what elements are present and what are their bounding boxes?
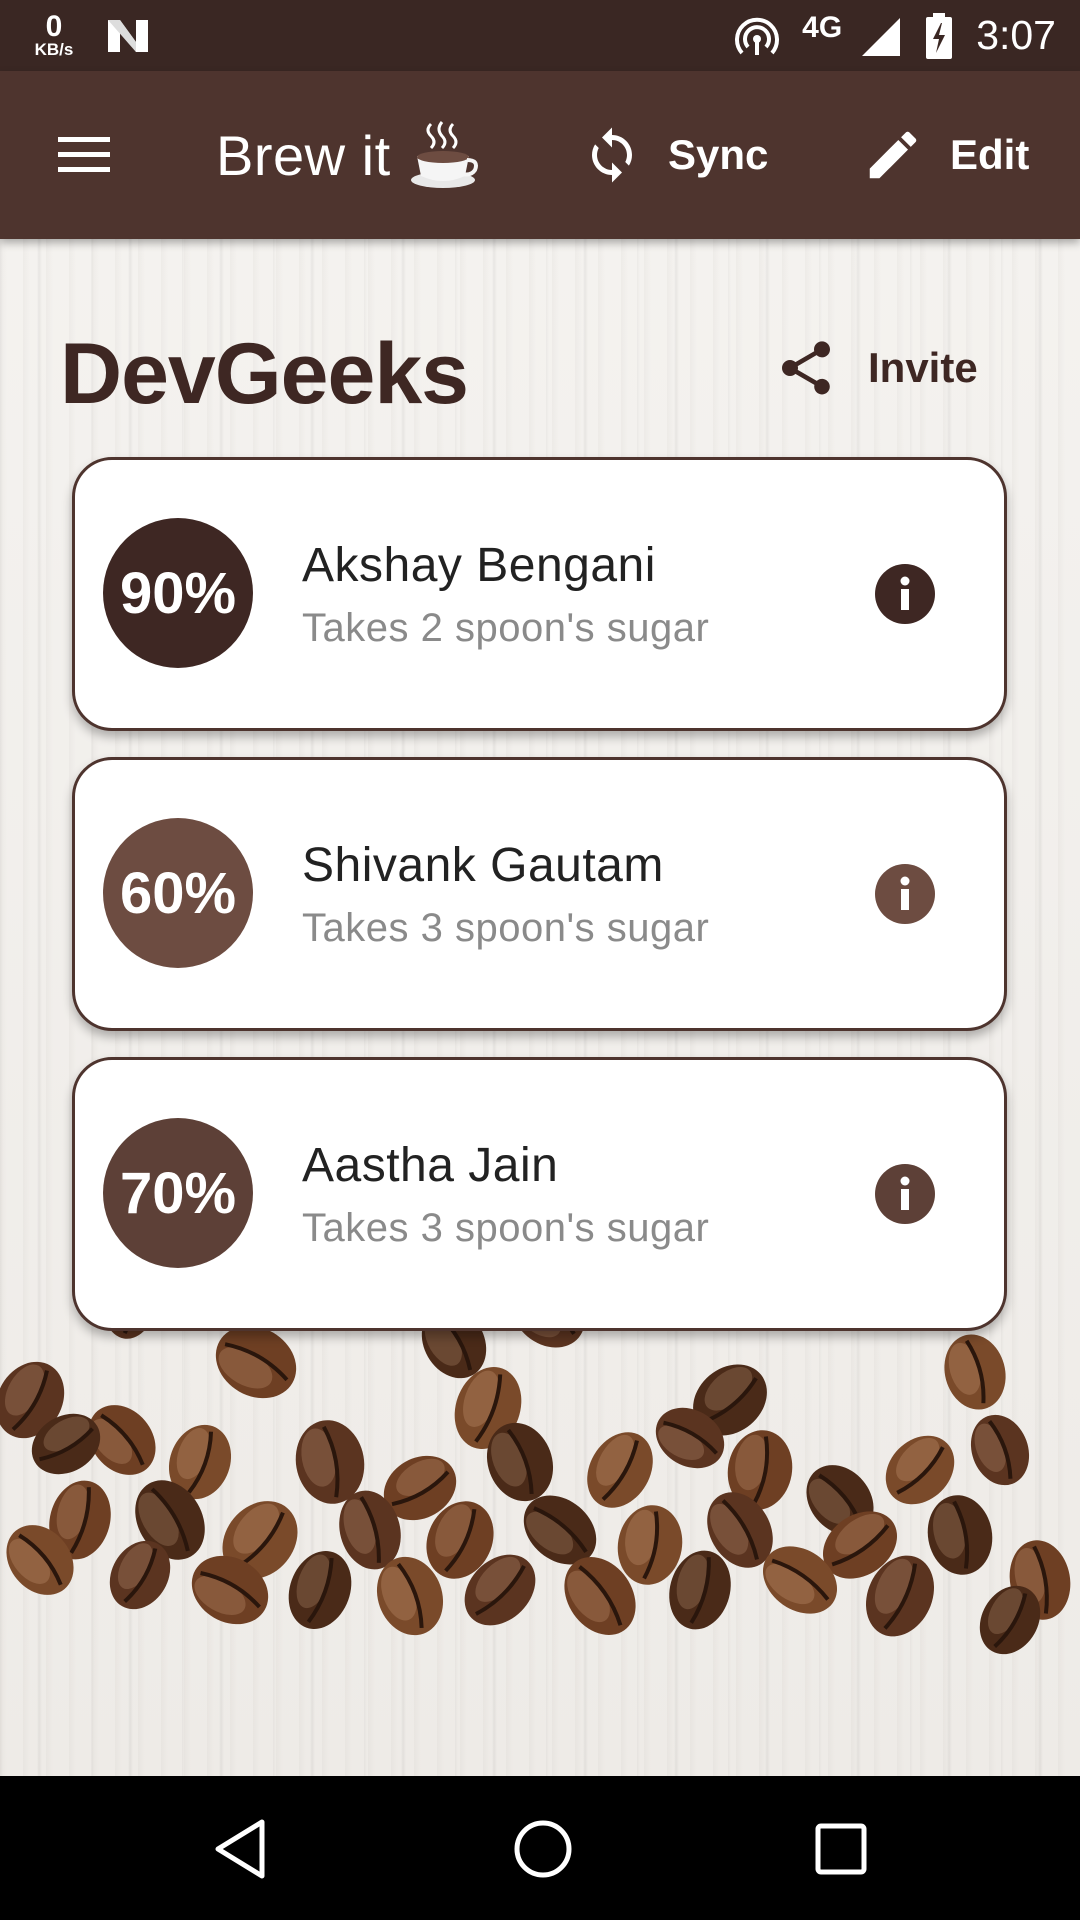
member-preference: Takes 2 spoon's sugar	[302, 606, 710, 650]
pencil-icon	[869, 131, 917, 179]
app-title-text: Brew it	[216, 123, 391, 187]
clock: 3:07	[976, 12, 1056, 58]
invite-button[interactable]: Invite	[774, 336, 978, 400]
menu-button[interactable]	[50, 121, 118, 189]
recent-apps-icon[interactable]	[806, 1814, 876, 1884]
edit-button[interactable]: Edit	[862, 124, 1029, 186]
notification-n-icon	[108, 19, 148, 52]
share-icon	[782, 341, 830, 395]
member-card[interactable]: 90% Akshay Bengani Takes 2 spoon's sugar	[72, 457, 1007, 731]
invite-label: Invite	[868, 344, 978, 391]
back-icon[interactable]	[206, 1814, 276, 1884]
member-name: Aastha Jain	[302, 1139, 559, 1192]
network-speed-unit: KB/s	[34, 39, 74, 59]
app-bar: Brew it Sync Edit	[0, 71, 1080, 239]
sugar-percent-badge: 60%	[103, 818, 253, 968]
info-button[interactable]	[875, 1164, 935, 1224]
sugar-percent-badge: 90%	[103, 518, 253, 668]
info-button[interactable]	[875, 864, 935, 924]
hotspot-icon	[735, 17, 780, 55]
network-speed-value: 0	[45, 9, 63, 43]
member-name: Shivank Gautam	[302, 839, 664, 892]
sync-button[interactable]: Sync	[582, 125, 768, 185]
member-card[interactable]: 70% Aastha Jain Takes 3 spoon's sugar	[72, 1057, 1007, 1331]
coffee-bean	[944, 1334, 1006, 1410]
coffee-bean	[288, 1551, 352, 1629]
network-speed: 0 KB/s	[24, 9, 84, 59]
coffee-cup-icon	[410, 121, 478, 188]
member-name: Akshay Bengani	[302, 539, 656, 592]
system-navigation-bar	[0, 1776, 1080, 1920]
member-preference: Takes 3 spoon's sugar	[302, 906, 710, 950]
edit-label: Edit	[950, 131, 1030, 178]
member-preference: Takes 3 spoon's sugar	[302, 1206, 710, 1250]
coffee-bean	[927, 1495, 993, 1575]
home-icon[interactable]	[508, 1814, 578, 1884]
member-card[interactable]: 60% Shivank Gautam Takes 3 spoon's sugar	[72, 757, 1007, 1031]
app-title: Brew it	[216, 120, 479, 190]
group-title: DevGeeks	[60, 326, 469, 422]
menu-icon	[58, 137, 110, 172]
coffee-bean	[587, 1432, 653, 1508]
sync-icon	[592, 127, 632, 183]
sugar-percent-badge: 70%	[103, 1118, 253, 1268]
info-icon	[875, 564, 935, 624]
sync-label: Sync	[668, 131, 769, 178]
status-bar: 0 KB/s 4G 3:07	[0, 0, 1080, 71]
info-icon	[875, 1164, 935, 1224]
coffee-bean	[970, 1414, 1030, 1486]
battery-charging-icon	[926, 12, 953, 59]
network-type: 4G	[802, 10, 843, 44]
info-icon	[875, 864, 935, 924]
info-button[interactable]	[875, 564, 935, 624]
signal-icon	[862, 17, 901, 56]
